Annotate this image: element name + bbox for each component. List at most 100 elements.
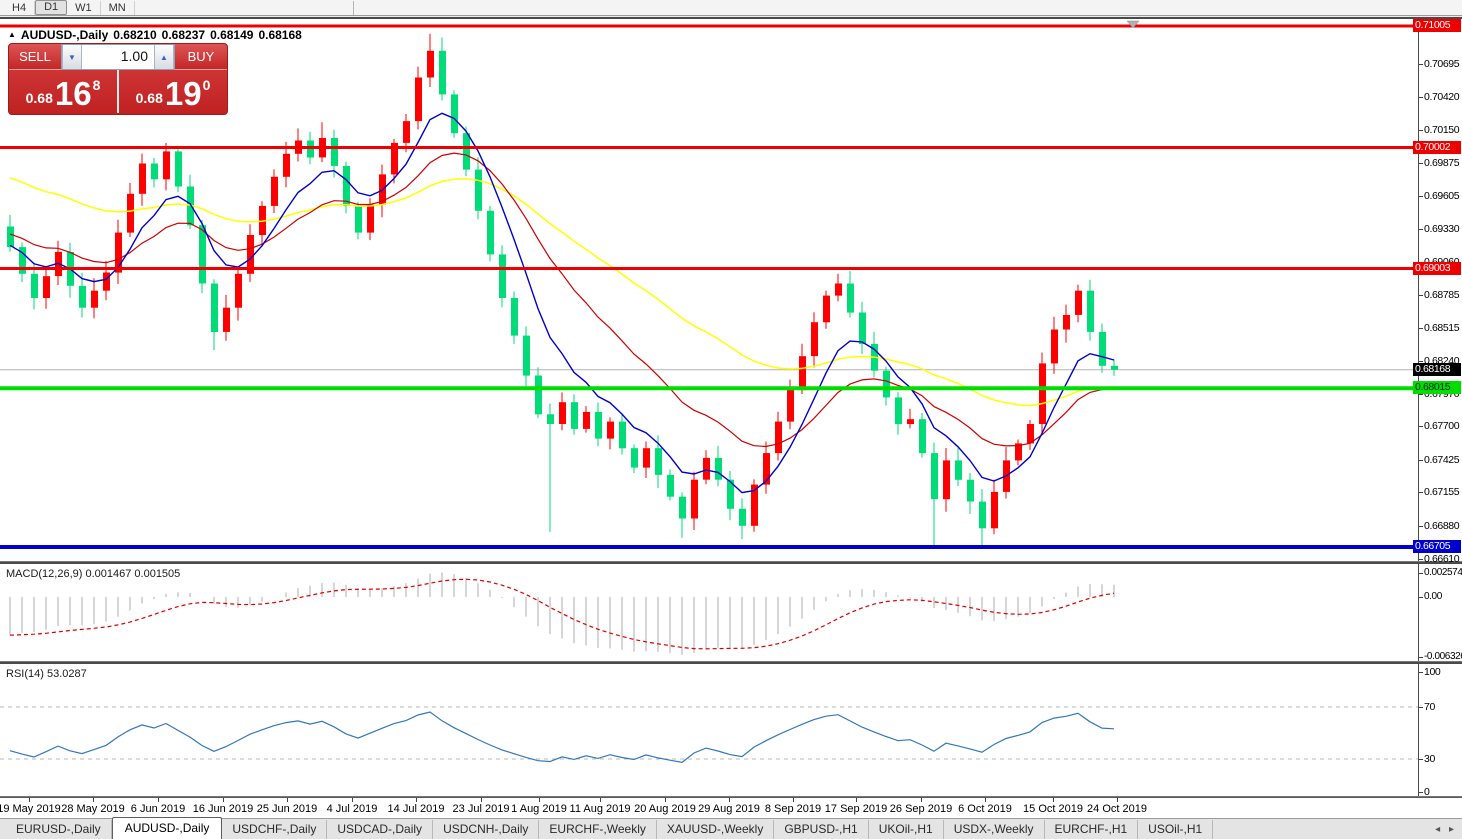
timeframe-button-MN[interactable]: MN — [101, 1, 135, 15]
date-label[interactable]: 6 Jun 2019 — [131, 803, 185, 815]
volume-input[interactable]: 1.00 — [82, 45, 154, 69]
date-label[interactable]: 16 Jun 2019 — [193, 803, 254, 815]
date-tick-mark — [29, 798, 30, 802]
date-label[interactable]: 1 Aug 2019 — [511, 803, 567, 815]
chart-tab-usdchf-daily[interactable]: USDCHF-,Daily — [222, 820, 327, 839]
timeframe-button-H4[interactable]: H4 — [4, 1, 35, 15]
price-scale[interactable]: 0.709850.706950.704200.701500.698750.696… — [1418, 19, 1462, 561]
chart-symbol-label: AUDUSD-,Daily — [21, 28, 108, 42]
candle-body — [199, 225, 206, 283]
candle-body — [235, 274, 242, 308]
date-label[interactable]: 25 Jun 2019 — [257, 803, 318, 815]
macd-label: MACD(12,26,9) 0.001467 0.001505 — [6, 568, 180, 580]
candle-body — [343, 166, 350, 206]
candle-body — [643, 448, 650, 467]
chart-tab-xauusd-weekly[interactable]: XAUUSD-,Weekly — [657, 820, 774, 839]
date-label[interactable]: 11 Aug 2019 — [570, 803, 631, 815]
date-label[interactable]: 19 May 2019 — [0, 803, 61, 815]
rsi-scale: 10070300 — [1418, 664, 1462, 796]
date-label[interactable]: 6 Oct 2019 — [958, 803, 1012, 815]
date-axis[interactable]: 19 May 201928 May 2019 6 Jun 2019 16 Jun 2… — [0, 797, 1462, 818]
date-label[interactable]: 23 Jul 2019 — [453, 803, 510, 815]
price-tick-mark — [1419, 328, 1423, 329]
date-label[interactable]: 4 Jul 2019 — [327, 803, 378, 815]
ma-line-slow[interactable] — [10, 178, 1114, 406]
date-label[interactable]: 8 Sep 2019 — [765, 803, 821, 815]
candle-body — [847, 284, 854, 313]
date-label[interactable]: 17 Sep 2019 — [825, 803, 887, 815]
date-label[interactable]: 29 Aug 2019 — [698, 803, 760, 815]
buy-price-sup: 0 — [203, 77, 211, 93]
candle-body — [571, 402, 578, 429]
chart-tab-eurchf-weekly[interactable]: EURCHF-,Weekly — [539, 820, 656, 839]
date-label[interactable]: 14 Jul 2019 — [388, 803, 445, 815]
macd-tick-mark — [1419, 573, 1423, 574]
price-tick-mark — [1419, 196, 1423, 197]
date-label[interactable]: 20 Aug 2019 — [634, 803, 696, 815]
price-tick-mark — [1419, 130, 1423, 131]
chart-tab-gbpusd-h1[interactable]: GBPUSD-,H1 — [774, 820, 868, 839]
price-tick-mark — [1419, 229, 1423, 230]
macd-tick-label: 0.00 — [1424, 591, 1442, 603]
date-label[interactable]: 26 Sep 2019 — [890, 803, 952, 815]
buy-button[interactable]: BUY — [175, 44, 227, 70]
candle-body — [451, 94, 458, 133]
candle-body — [271, 177, 278, 206]
date-tick-mark — [93, 798, 94, 802]
rsi-tick-mark — [1419, 792, 1423, 793]
candle-body — [1099, 332, 1106, 366]
date-label[interactable]: 15 Oct 2019 — [1023, 803, 1083, 815]
sell-button[interactable]: SELL — [9, 44, 61, 70]
chart-tab-ukoil-h1[interactable]: UKOil-,H1 — [869, 820, 944, 839]
tab-scroll-right-icon[interactable]: ▸ — [1449, 824, 1454, 835]
candle-body — [547, 414, 554, 424]
date-tick-mark — [352, 798, 353, 802]
macd-histogram — [10, 573, 1114, 655]
chart-tab-eurchf-h1[interactable]: EURCHF-,H1 — [1045, 820, 1139, 839]
candle-body — [655, 448, 662, 475]
price-badge: 0.68168 — [1413, 363, 1461, 376]
chart-tab-usoil-h1[interactable]: USOil-,H1 — [1138, 820, 1213, 839]
buy-price[interactable]: 0.68190 — [119, 70, 227, 113]
timeframe-button-W1[interactable]: W1 — [67, 1, 101, 15]
chart-tab-usdcad-daily[interactable]: USDCAD-,Daily — [327, 820, 433, 839]
sell-price[interactable]: 0.68168 — [9, 70, 117, 113]
price-tick-label: 0.67155 — [1424, 486, 1459, 498]
rsi-line[interactable] — [10, 712, 1114, 762]
candle-body — [559, 402, 566, 424]
candle-body — [403, 121, 410, 143]
candle-body — [355, 206, 362, 233]
timeframe-button-D1[interactable]: D1 — [35, 0, 67, 15]
collapse-arrow-icon[interactable]: ▲ — [8, 30, 16, 39]
price-tick-label: 0.67700 — [1424, 420, 1459, 432]
chart-tab-eurusd-daily[interactable]: EURUSD-,Daily — [6, 820, 112, 839]
chart-tab-bar: EURUSD-,DailyAUDUSD-,DailyUSDCHF-,DailyU… — [0, 818, 1462, 839]
chart-tab-audusd-daily[interactable]: AUDUSD-,Daily — [112, 817, 223, 839]
volume-decrease-button[interactable]: ▼ — [62, 45, 82, 69]
date-tick-mark — [600, 798, 601, 802]
price-badge: 0.71005 — [1413, 19, 1461, 32]
date-label[interactable]: 28 May 2019 — [61, 803, 125, 815]
candle-body — [979, 502, 986, 529]
candle-body — [595, 412, 602, 439]
candle-body — [223, 308, 230, 332]
chart-tab-usdcnh-daily[interactable]: USDCNH-,Daily — [433, 820, 539, 839]
candle-body — [7, 227, 14, 248]
date-tick-mark — [158, 798, 159, 802]
price-badge: 0.66705 — [1413, 540, 1461, 553]
candle-body — [523, 336, 530, 376]
candle-body — [967, 480, 974, 502]
rsi-chart-surface[interactable] — [0, 664, 1418, 797]
candle-body — [907, 419, 914, 424]
price-tick-mark — [1419, 460, 1423, 461]
tab-scroll-left-icon[interactable]: ◂ — [1435, 824, 1440, 835]
price-tick-mark — [1419, 492, 1423, 493]
volume-increase-button[interactable]: ▲ — [154, 45, 174, 69]
date-label[interactable]: 24 Oct 2019 — [1087, 803, 1147, 815]
macd-chart-surface[interactable] — [0, 564, 1418, 662]
chart-tab-usdx-weekly[interactable]: USDX-,Weekly — [944, 820, 1045, 839]
date-tick-mark — [985, 798, 986, 802]
candle-body — [667, 475, 674, 497]
tab-navigation: ◂ ▸ — [1429, 824, 1454, 835]
buy-price-prefix: 0.68 — [136, 90, 163, 106]
